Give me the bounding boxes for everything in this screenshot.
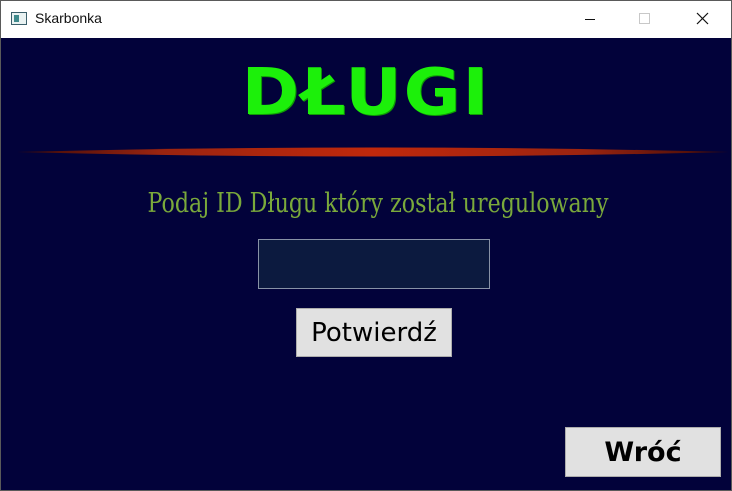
app-icon [11, 12, 27, 25]
decorative-divider [17, 147, 729, 157]
debt-id-prompt: Podaj ID Długu który został uregulowany [147, 188, 609, 219]
close-button[interactable] [679, 1, 725, 38]
title-bar: Skarbonka [1, 1, 731, 38]
close-icon [696, 12, 709, 25]
maximize-button[interactable] [621, 1, 667, 38]
back-button[interactable]: Wróć [565, 427, 721, 477]
window-title: Skarbonka [35, 10, 102, 26]
content-area: DŁUGI Podaj ID Długu który został uregul… [1, 38, 731, 490]
page-title: DŁUGI [241, 56, 491, 130]
minimize-icon [585, 19, 595, 20]
app-window: Skarbonka DŁUGI Podaj ID Długu który zos… [0, 0, 732, 491]
confirm-button[interactable]: Potwierdź [296, 308, 452, 357]
debt-id-input[interactable] [258, 239, 490, 289]
minimize-button[interactable] [567, 1, 613, 38]
maximize-icon [639, 13, 650, 24]
